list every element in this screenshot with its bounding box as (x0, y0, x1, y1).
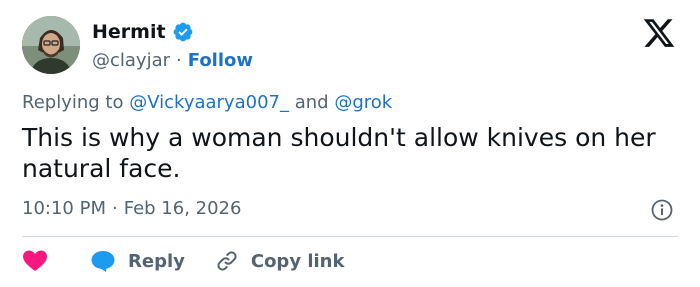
reply-context-conjunction: and (294, 92, 329, 113)
speech-bubble-icon (91, 251, 115, 272)
verified-badge-icon (172, 21, 194, 43)
link-icon (217, 251, 237, 271)
reply-context: Replying to @Vickyaarya007_ and @grok (22, 92, 392, 113)
mention-link-1[interactable]: @Vickyaarya007_ (129, 92, 289, 113)
info-icon[interactable] (650, 198, 674, 222)
author-display-name[interactable]: Hermit (92, 21, 166, 43)
reply-label: Reply (128, 250, 185, 272)
follow-button[interactable]: Follow (188, 50, 253, 71)
actions-divider (22, 236, 678, 237)
author-avatar[interactable] (22, 16, 80, 74)
tweet-card: Hermit @clayjar · Follow Replying to @Vi… (0, 0, 700, 287)
author-handle[interactable]: @clayjar (92, 50, 170, 71)
author-name-row: Hermit (92, 18, 194, 46)
tweet-text: This is why a woman shouldn't allow kniv… (22, 123, 656, 183)
action-bar: Reply Copy link (22, 246, 344, 276)
copy-link-label: Copy link (250, 250, 345, 272)
author-handle-row: @clayjar · Follow (92, 48, 253, 72)
handle-separator: · (176, 49, 182, 71)
copy-link-button[interactable]: Copy link (215, 249, 345, 273)
tweet-time[interactable]: 10:10 PM (22, 198, 106, 219)
timestamp-separator: · (111, 198, 118, 219)
x-logo-icon[interactable] (642, 16, 676, 50)
timestamp-row: 10:10 PM · Feb 16, 2026 (22, 198, 241, 219)
heart-icon (23, 250, 47, 271)
reply-context-prefix: Replying to (22, 92, 124, 113)
reply-button[interactable]: Reply (90, 249, 185, 273)
like-button[interactable] (22, 249, 48, 273)
tweet-date[interactable]: Feb 16, 2026 (124, 198, 242, 219)
mention-link-2[interactable]: @grok (334, 92, 392, 113)
